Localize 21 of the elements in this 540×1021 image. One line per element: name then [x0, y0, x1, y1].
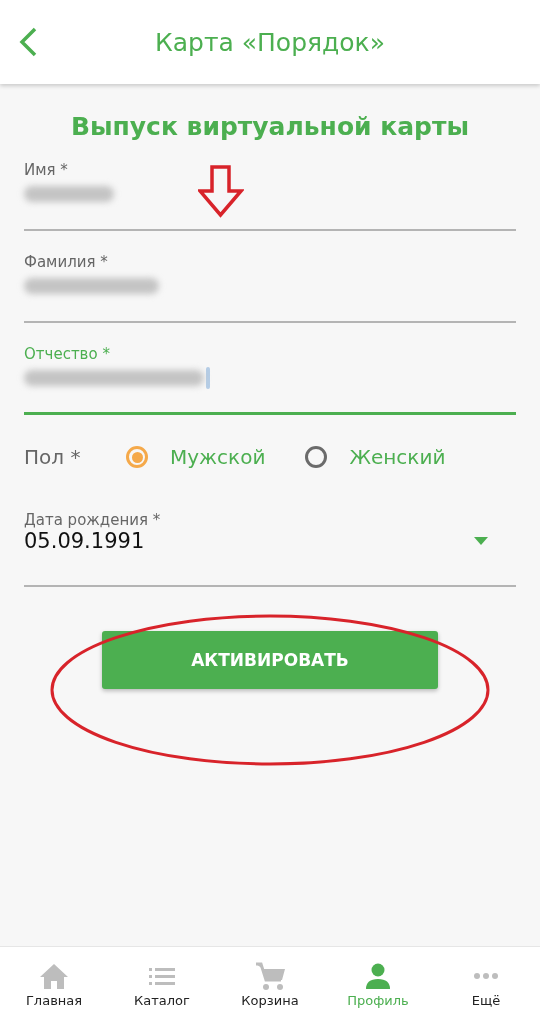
screen-title: Карта «Порядок»	[154, 27, 385, 57]
nav-tab[interactable]: Корзина	[216, 947, 324, 1021]
back-button[interactable]	[18, 26, 38, 58]
nav-tab[interactable]: Ещё	[432, 947, 540, 1021]
more-icon	[473, 971, 499, 980]
text-field[interactable]: Имя *	[24, 155, 516, 231]
field-label: Имя *	[24, 161, 69, 179]
cart-icon	[253, 960, 287, 991]
field-label: Дата рождения *	[24, 511, 162, 529]
radio-button[interactable]	[305, 446, 328, 468]
dropdown-caret-icon	[474, 537, 488, 545]
field-label: Фамилия *	[24, 253, 109, 271]
nav-tab[interactable]: Каталог	[108, 947, 216, 1021]
field-label: Отчество *	[24, 345, 111, 363]
form-heading: Выпуск виртуальной карты	[69, 112, 471, 141]
field-value: 05.09.1991	[24, 529, 145, 553]
text-field[interactable]: Фамилия *	[24, 247, 516, 323]
date-field[interactable]: Дата рождения * 05.09.1991	[24, 505, 516, 587]
gender-label: Пол *	[24, 445, 82, 469]
nav-tab[interactable]: Главная	[0, 947, 108, 1021]
radio-button[interactable]	[126, 446, 148, 468]
